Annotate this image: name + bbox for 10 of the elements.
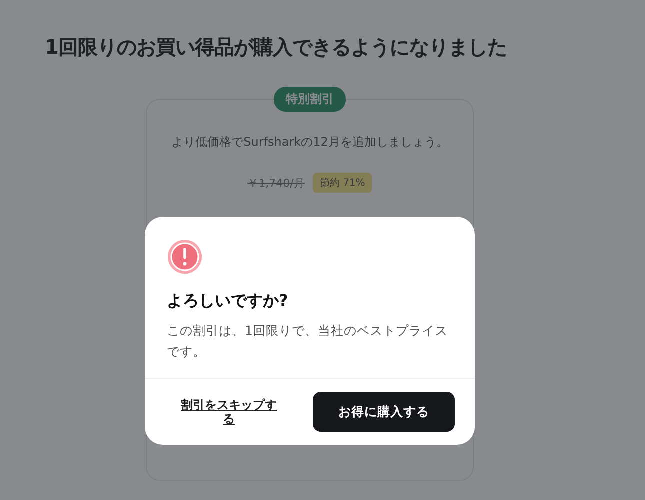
buy-button[interactable]: お得に購入する [313, 392, 455, 432]
old-price: ￥1,740/月 [248, 176, 305, 190]
dialog-message: この割引は、1回限りで、当社のベストプライスです。 [167, 322, 449, 361]
dialog-title: よろしいですか? [167, 291, 290, 312]
alert-icon [167, 239, 203, 275]
offer-description: より低価格でSurfsharkの12月を追加しましょう。 [172, 134, 448, 151]
saving-badge: 節約 71% [312, 173, 372, 193]
discount-badge: 特別割引 [274, 87, 346, 112]
skip-link[interactable]: 割引をスキップする [179, 398, 279, 426]
page-title: 1回限りのお買い得品が購入できるようになりました [44, 34, 508, 61]
